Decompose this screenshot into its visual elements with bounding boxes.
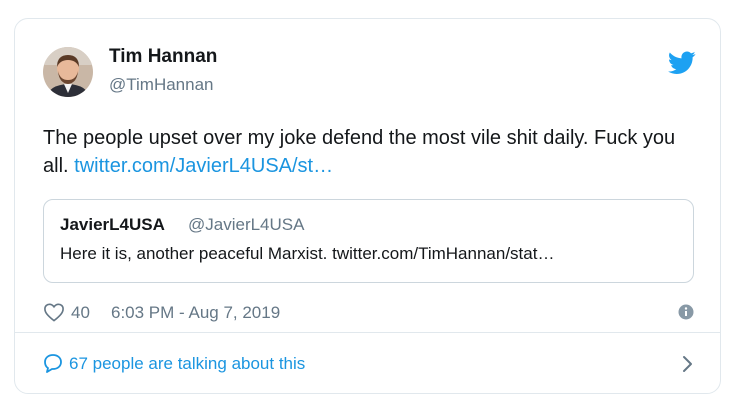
divider: [15, 332, 720, 333]
tweet-meta: 40 6:03 PM - Aug 7, 2019: [43, 300, 694, 326]
conversation-link[interactable]: 67 people are talking about this: [43, 349, 694, 379]
conversation-label[interactable]: 67 people are talking about this: [69, 354, 305, 374]
author-handle[interactable]: @TimHannan: [109, 75, 214, 95]
tweet-text: The people upset over my joke defend the…: [43, 124, 703, 180]
twitter-bird-icon[interactable]: [668, 51, 696, 75]
avatar[interactable]: [43, 47, 93, 97]
author-name[interactable]: Tim Hannan: [109, 46, 217, 68]
quoted-author-name[interactable]: JavierL4USA: [60, 215, 165, 235]
quoted-author-handle[interactable]: @JavierL4USA: [188, 215, 304, 235]
comment-bubble-icon: [43, 353, 63, 373]
heart-icon[interactable]: [43, 302, 65, 322]
info-icon[interactable]: [678, 304, 694, 320]
quoted-tweet[interactable]: JavierL4USA @JavierL4USA Here it is, ano…: [43, 199, 694, 283]
tweet-card[interactable]: Tim Hannan @TimHannan The people upset o…: [14, 18, 721, 394]
chevron-right-icon[interactable]: [680, 355, 694, 373]
like-count[interactable]: 40: [71, 303, 90, 323]
timestamp[interactable]: 6:03 PM - Aug 7, 2019: [111, 303, 280, 323]
tweet-link[interactable]: twitter.com/JavierL4USA/st…: [74, 155, 333, 177]
quoted-tweet-text: Here it is, another peaceful Marxist. tw…: [60, 244, 555, 263]
